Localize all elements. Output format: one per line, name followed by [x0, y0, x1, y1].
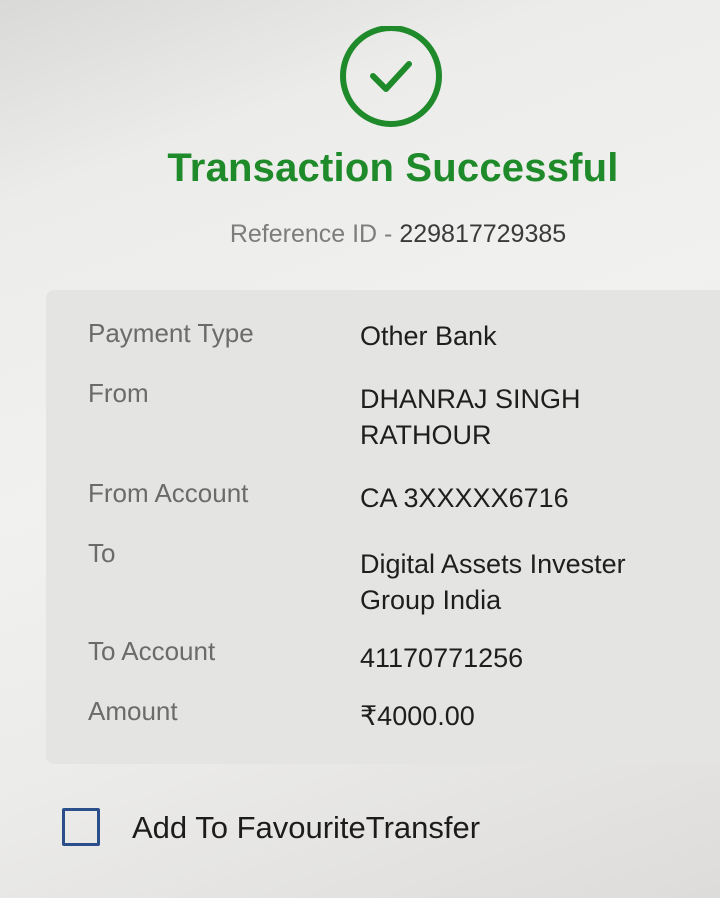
detail-value: ₹4000.00 [360, 701, 475, 731]
status-title: Transaction Successful [167, 146, 619, 190]
detail-label: From Account [88, 478, 249, 508]
detail-value: CA 3XXXXX6716 [360, 483, 569, 513]
transaction-receipt: Transaction Successful Reference ID - 22… [0, 0, 720, 898]
detail-value: Digital Assets Invester Group India [360, 549, 626, 615]
detail-label: From [88, 378, 149, 408]
reference-id: Reference ID - 229817729385 [0, 220, 720, 249]
detail-value: DHANRAJ SINGH RATHOUR [360, 384, 581, 450]
reference-label: Reference ID - [229, 220, 400, 248]
detail-value: 41170771256 [360, 643, 524, 673]
detail-label: To [88, 538, 116, 568]
add-to-favourite[interactable]: Add To FavouriteTransfer [62, 806, 662, 856]
checkmark-circle-icon [340, 26, 442, 127]
reference-value: 229817729385 [399, 220, 567, 248]
detail-value: Other Bank [360, 321, 497, 351]
favourite-checkbox[interactable] [62, 808, 100, 846]
detail-label: Amount [88, 696, 178, 726]
favourite-label[interactable]: Add To FavouriteTransfer [132, 810, 480, 846]
detail-label: To Account [88, 636, 216, 666]
detail-label: Payment Type [88, 318, 254, 348]
transaction-details-card: Payment Type Other Bank From DHANRAJ SIN… [46, 290, 720, 764]
